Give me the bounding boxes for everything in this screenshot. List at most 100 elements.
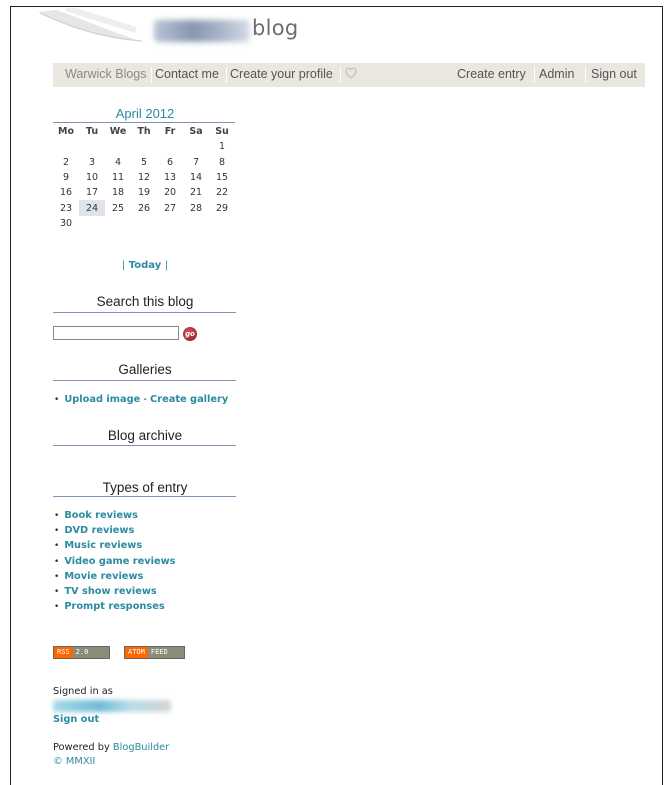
calendar-body: 1 2 3 4 5 6 7 8 9 10 11 12 13 14 15 16 17 18 19 20 21 22 23 24 2… — [53, 139, 235, 231]
calendar-empty-cell — [105, 216, 131, 231]
calendar-day-cell[interactable]: 5 — [131, 155, 157, 170]
entry-types-list: Book reviews DVD reviews Music reviews Vide… — [53, 508, 176, 614]
types-section-title: Types of entry — [102, 480, 188, 495]
list-item: Music reviews — [53, 538, 176, 553]
calendar-empty-cell — [79, 139, 105, 154]
calendar-day-cell[interactable]: 16 — [53, 185, 79, 200]
nav-admin[interactable]: Admin — [539, 67, 574, 81]
calendar-day-cell[interactable]: 21 — [183, 185, 209, 200]
calendar-day-cell[interactable]: 19 — [131, 185, 157, 200]
sidebar-sign-out-link[interactable]: Sign out — [53, 714, 99, 725]
calendar-day-header: Su — [215, 126, 229, 138]
calendar-table: Mo Tu We Th Fr Sa Su 1 2 3 4 5 6 7 8 9 10 11 12 13 14 15 16 17… — [53, 124, 235, 231]
powered-by-label: Powered by — [53, 742, 110, 753]
calendar-day-cell[interactable]: 9 — [53, 170, 79, 185]
copyright-link[interactable]: © MMXII — [53, 756, 95, 767]
calendar-day-cell[interactable]: 20 — [157, 185, 183, 200]
go-button[interactable]: go — [183, 327, 197, 341]
calendar-day-header: Tu — [85, 126, 99, 138]
calendar-day-cell[interactable]: 10 — [79, 170, 105, 185]
calendar-empty-cell — [183, 139, 209, 154]
list-item: Prompt responses — [53, 599, 176, 614]
calendar-day-cell[interactable]: 15 — [209, 170, 235, 185]
upload-image-link[interactable]: Upload image — [64, 394, 140, 405]
heart-icon[interactable] — [344, 66, 358, 80]
divider — [53, 445, 236, 446]
calendar-empty-cell — [157, 139, 183, 154]
entry-type-link[interactable]: Book reviews — [64, 510, 138, 521]
top-navigation-bar: Warwick Blogs Contact me Create your pro… — [53, 63, 645, 87]
calendar-empty-cell — [183, 216, 209, 231]
nav-create-entry[interactable]: Create entry — [457, 67, 526, 81]
calendar-day-cell[interactable]: 11 — [105, 170, 131, 185]
galleries-section-title: Galleries — [118, 362, 172, 377]
entry-type-link[interactable]: Prompt responses — [64, 601, 164, 612]
entry-type-link[interactable]: DVD reviews — [64, 525, 134, 536]
calendar-day-cell[interactable]: 26 — [131, 200, 157, 215]
calendar-day-cell[interactable]: 14 — [183, 170, 209, 185]
dash: - — [143, 394, 147, 405]
separator: | — [164, 260, 169, 271]
divider — [53, 496, 236, 497]
calendar-day-header: Fr — [164, 126, 176, 138]
nav-separator — [226, 67, 227, 83]
calendar-day-cell[interactable]: 29 — [209, 200, 235, 215]
nav-contact-me[interactable]: Contact me — [155, 67, 219, 81]
calendar-empty-cell — [209, 216, 235, 231]
entry-type-link[interactable]: Video game reviews — [64, 556, 175, 567]
calendar-empty-cell — [53, 139, 79, 154]
nav-sign-out[interactable]: Sign out — [591, 67, 637, 81]
calendar-day-cell[interactable]: 27 — [157, 200, 183, 215]
blurred-user-name[interactable] — [53, 700, 171, 712]
today-nav: | Today | — [53, 260, 237, 271]
atom-feed-text: FEED — [147, 647, 184, 658]
entry-type-link[interactable]: Music reviews — [64, 540, 142, 551]
nav-separator — [585, 67, 586, 83]
calendar-day-cell[interactable]: 4 — [105, 155, 131, 170]
calendar-day-cell[interactable]: 17 — [79, 185, 105, 200]
rss-feed-badge[interactable]: RSS 2.0 — [53, 646, 110, 659]
nav-separator — [340, 67, 341, 83]
create-gallery-link[interactable]: Create gallery — [150, 394, 228, 405]
atom-label: ATOM — [125, 647, 148, 658]
blog-header: blog — [36, 8, 656, 58]
calendar-day-cell[interactable]: 7 — [183, 155, 209, 170]
calendar-day-cell[interactable]: 18 — [105, 185, 131, 200]
calendar-day-cell[interactable]: 28 — [183, 200, 209, 215]
calendar-day-header: We — [109, 126, 127, 138]
nav-warwick-blogs[interactable]: Warwick Blogs — [65, 67, 147, 81]
calendar-day-cell[interactable]: 25 — [105, 200, 131, 215]
calendar-header-row: Mo Tu We Th Fr Sa Su — [53, 124, 235, 139]
calendar-day-cell[interactable]: 2 — [53, 155, 79, 170]
today-link[interactable]: Today — [129, 260, 161, 271]
calendar-day-cell[interactable]: 22 — [209, 185, 235, 200]
entry-type-link[interactable]: Movie reviews — [64, 571, 143, 582]
search-input[interactable] — [53, 326, 179, 340]
archive-section-title: Blog archive — [107, 428, 183, 443]
calendar-day-cell[interactable]: 23 — [53, 200, 79, 215]
nav-create-profile[interactable]: Create your profile — [230, 67, 333, 81]
rss-label: RSS — [54, 647, 73, 658]
calendar-day-cell[interactable]: 8 — [209, 155, 235, 170]
search-section-title: Search this blog — [96, 294, 194, 309]
calendar-day-cell[interactable]: 24 — [79, 200, 105, 216]
calendar-day-cell[interactable]: 12 — [131, 170, 157, 185]
signed-in-label: Signed in as — [53, 686, 113, 697]
atom-feed-badge[interactable]: ATOM FEED — [124, 646, 185, 659]
calendar-day-cell[interactable]: 30 — [53, 216, 79, 231]
calendar-empty-cell — [157, 216, 183, 231]
calendar-day-cell[interactable]: 1 — [209, 139, 235, 154]
rss-version: 2.0 — [72, 647, 109, 658]
calendar-month-title[interactable]: April 2012 — [53, 106, 237, 121]
calendar-day-cell[interactable]: 6 — [157, 155, 183, 170]
calendar-week-row: 23 24 25 26 27 28 29 — [53, 200, 235, 216]
calendar-day-header: Th — [137, 126, 151, 138]
separator: | — [121, 260, 126, 271]
calendar-empty-cell — [105, 139, 131, 154]
divider — [53, 122, 235, 123]
list-item: TV show reviews — [53, 584, 176, 599]
entry-type-link[interactable]: TV show reviews — [64, 586, 156, 597]
calendar-day-cell[interactable]: 3 — [79, 155, 105, 170]
calendar-day-cell[interactable]: 13 — [157, 170, 183, 185]
blogbuilder-link[interactable]: BlogBuilder — [113, 742, 169, 753]
